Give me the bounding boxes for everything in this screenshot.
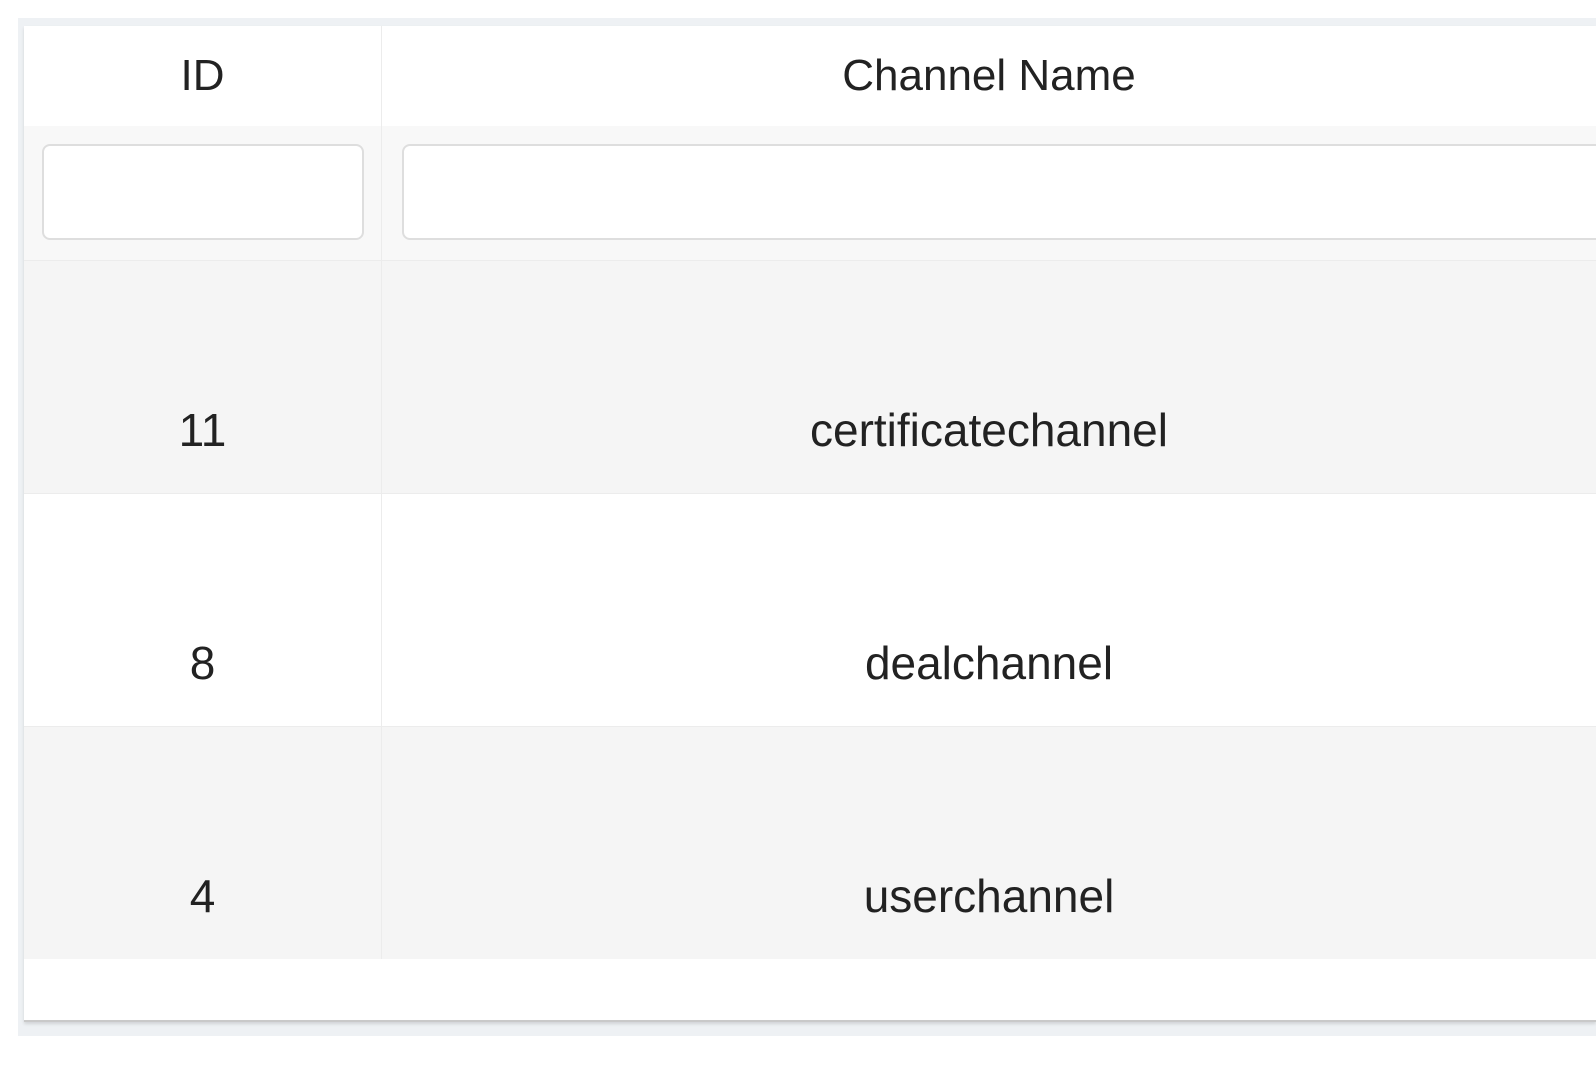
cell-id: 11 [24, 261, 382, 493]
cell-id: 4 [24, 727, 382, 959]
table-body: 11 certificatechannel 8 dealchannel 4 us… [24, 260, 1596, 959]
page: ID Channel Name 11 certificatechannel 8 … [0, 0, 1596, 1083]
table-header-row: ID Channel Name [24, 26, 1596, 126]
channels-table: ID Channel Name 11 certificatechannel 8 … [24, 26, 1596, 1022]
filter-cell-id [24, 126, 382, 260]
table-row[interactable]: 11 certificatechannel [24, 260, 1596, 493]
cell-channel-name: certificatechannel [810, 404, 1168, 456]
bottom-background-strip [18, 1022, 1596, 1036]
column-header-channel-name[interactable]: Channel Name [382, 26, 1596, 126]
table-filter-row [24, 126, 1596, 260]
id-filter-input[interactable] [42, 144, 364, 240]
top-background-strip [18, 18, 1596, 26]
table-row[interactable]: 4 userchannel [24, 726, 1596, 959]
cell-id: 8 [24, 494, 382, 726]
cell-channel-name: dealchannel [864, 637, 1114, 689]
filter-cell-channel-name [382, 126, 1596, 260]
channel-name-filter-input[interactable] [402, 144, 1596, 240]
column-header-id[interactable]: ID [24, 26, 382, 126]
table-row[interactable]: 8 dealchannel [24, 493, 1596, 726]
cell-channel-name: userchannel [863, 870, 1115, 922]
